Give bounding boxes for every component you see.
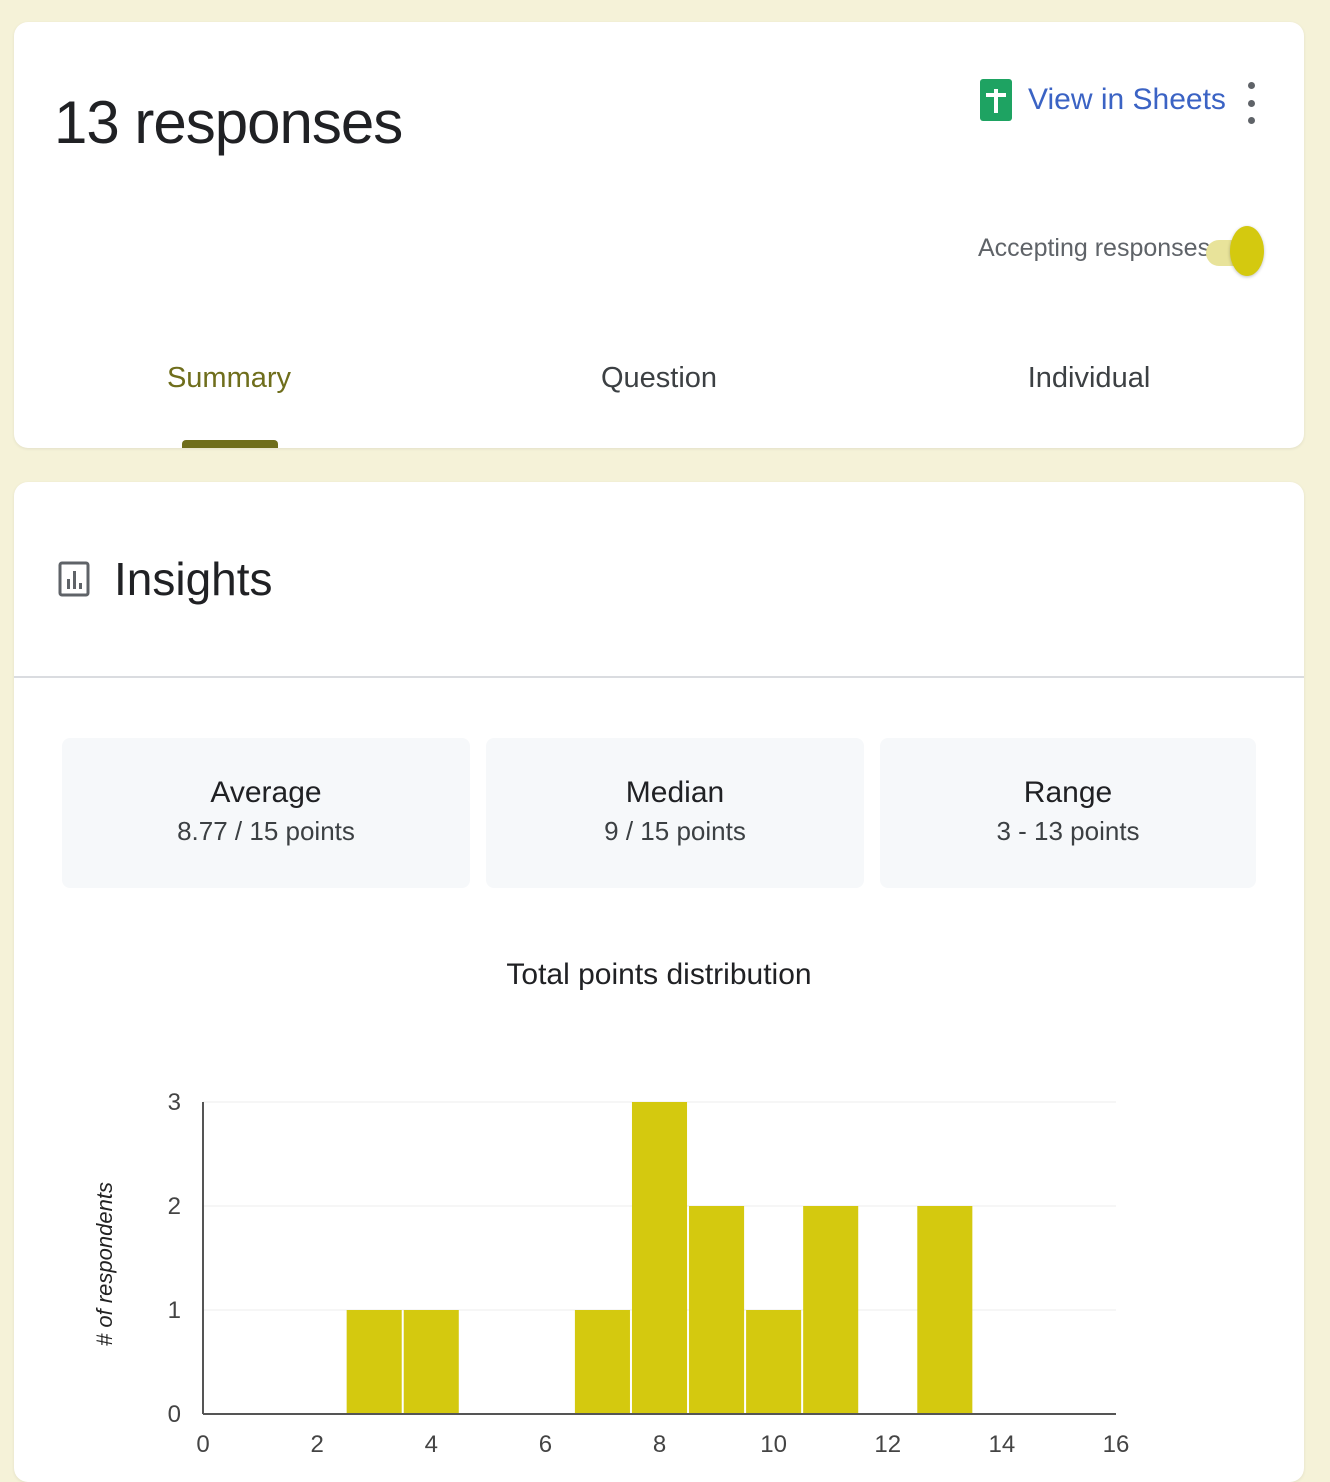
stat-average-label: Average (210, 776, 322, 809)
y-tick-label: 1 (168, 1297, 181, 1324)
y-tick-label: 0 (168, 1401, 181, 1428)
view-in-sheets-label: View in Sheets (1028, 83, 1226, 116)
x-tick-label: 6 (539, 1431, 552, 1458)
x-tick-label: 12 (874, 1431, 901, 1458)
bar (689, 1206, 745, 1414)
bar (746, 1310, 802, 1414)
accepting-responses-label: Accepting responses (978, 234, 1211, 262)
tab-question-label: Question (600, 362, 718, 394)
stat-median: Median 9 / 15 points (486, 738, 864, 888)
y-tick-label: 2 (168, 1193, 181, 1220)
points-distribution-chart: 01230 2 4 6 8 10 12 14 16# of respondents (92, 1089, 1130, 1458)
x-tick-label: 14 (989, 1431, 1016, 1458)
insights-card: Insights Average 8.77 / 15 points Median… (14, 482, 1304, 1482)
tab-summary-label: Summary (166, 362, 292, 394)
chart-title: Total points distribution (506, 958, 812, 991)
tab-individual[interactable]: Individual (974, 362, 1204, 448)
stat-range-value: 3 - 13 points (996, 816, 1140, 846)
bar (917, 1206, 973, 1414)
bar-chart-icon (58, 561, 90, 597)
stat-range: Range 3 - 13 points (880, 738, 1256, 888)
view-in-sheets-button[interactable]: View in Sheets (972, 74, 1234, 126)
y-axis-title: # of respondents (92, 1182, 117, 1346)
stat-median-label: Median (625, 776, 725, 809)
tab-individual-label: Individual (1027, 362, 1151, 394)
stat-range-label: Range (1023, 776, 1113, 809)
x-tick-label: 2 (310, 1431, 323, 1458)
bar (346, 1310, 402, 1414)
tab-question[interactable]: Question (544, 362, 774, 448)
bar (803, 1206, 859, 1414)
divider (14, 676, 1304, 678)
x-tick-label: 8 (653, 1431, 666, 1458)
stat-average-value: 8.77 / 15 points (177, 816, 355, 846)
more-vert-icon[interactable] (1236, 78, 1266, 128)
active-tab-indicator (182, 440, 278, 448)
accepting-responses-toggle[interactable] (1202, 226, 1268, 280)
bar (631, 1102, 688, 1414)
x-tick-label: 0 (196, 1431, 209, 1458)
responses-count-title: 13 responses (54, 89, 403, 156)
toggle-thumb (1230, 226, 1264, 276)
responses-header-card: 13 responses View in Sheets Accepting re… (14, 22, 1304, 448)
tab-summary[interactable]: Summary (114, 362, 344, 448)
y-tick-label: 3 (168, 1089, 181, 1116)
insights-title: Insights (114, 553, 273, 605)
google-sheets-icon (980, 79, 1012, 121)
bar (574, 1310, 630, 1414)
bar (403, 1310, 459, 1414)
stat-median-value: 9 / 15 points (604, 816, 746, 846)
x-tick-label: 16 (1103, 1431, 1130, 1458)
x-tick-label: 4 (425, 1431, 438, 1458)
stat-average: Average 8.77 / 15 points (62, 738, 470, 888)
x-tick-label: 10 (760, 1431, 787, 1458)
